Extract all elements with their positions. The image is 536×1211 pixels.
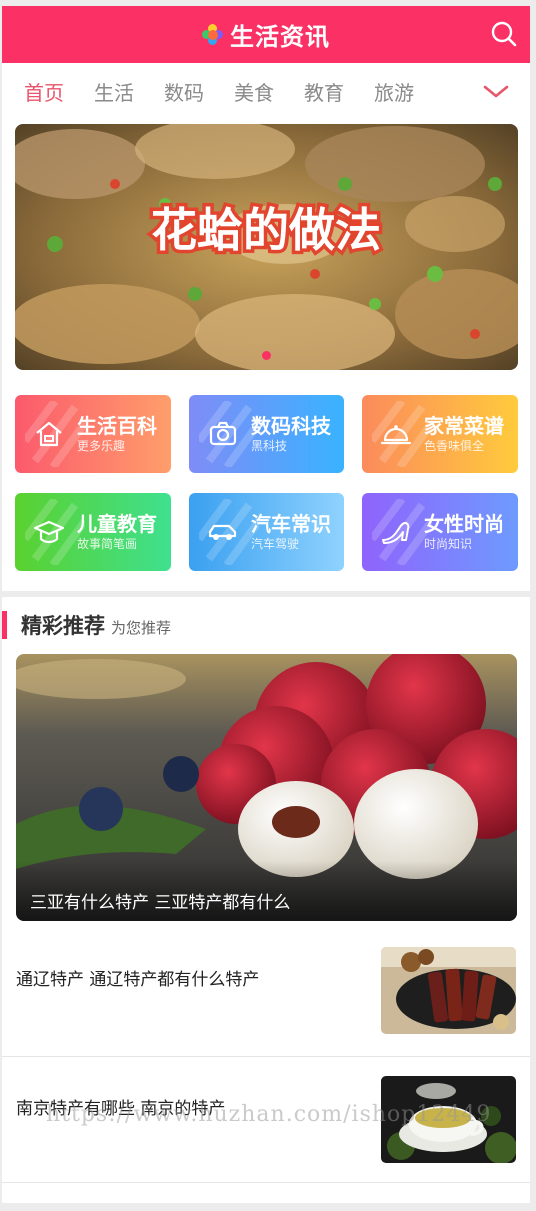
category-car-knowledge[interactable]: 汽车常识 汽车驾驶 xyxy=(189,493,344,571)
page: 生活资讯 首页 生活 数码 美食 教育 旅游 花蛤的做法 生活百科 更多乐趣 数… xyxy=(2,6,530,1203)
category-grid: 生活百科 更多乐趣 数码科技 黑科技 家常菜谱 色香味俱全 儿童教育 故事简笔画… xyxy=(15,395,518,571)
category-subtitle: 更多乐趣 xyxy=(77,439,126,453)
category-home-recipes[interactable]: 家常菜谱 色香味俱全 xyxy=(362,395,518,473)
high-heel-icon xyxy=(382,522,410,544)
banner-title: 花蛤的做法 xyxy=(151,203,381,257)
nav-item-life[interactable]: 生活 xyxy=(94,77,134,106)
carousel-dots xyxy=(15,351,518,360)
section-divider xyxy=(2,591,530,597)
nav-item-home[interactable]: 首页 xyxy=(24,77,64,106)
category-child-education[interactable]: 儿童教育 故事简笔画 xyxy=(15,493,171,571)
app-header: 生活资讯 xyxy=(2,6,530,63)
nav-item-food[interactable]: 美食 xyxy=(234,77,274,106)
chevron-down-icon[interactable] xyxy=(482,81,510,101)
nav-item-digital[interactable]: 数码 xyxy=(164,77,204,106)
camera-icon xyxy=(209,421,237,446)
watermark: https://www.huzhan.com/ishop12449 xyxy=(46,1102,492,1127)
section-subtitle: 为您推荐 xyxy=(111,618,172,637)
nav-item-travel[interactable]: 旅游 xyxy=(374,77,414,106)
dish-cover-icon xyxy=(380,425,412,445)
section-title: 精彩推荐 xyxy=(21,614,105,638)
nav-item-education[interactable]: 教育 xyxy=(304,77,344,106)
car-icon xyxy=(208,524,237,540)
banner-carousel[interactable]: 花蛤的做法 xyxy=(15,124,518,370)
featured-article-card[interactable]: 三亚有什么特产 三亚特产都有什么 xyxy=(16,654,517,921)
category-nav: 首页 生活 数码 美食 教育 旅游 xyxy=(2,63,530,120)
category-title: 汽车常识 xyxy=(251,512,331,536)
graduation-cap-icon xyxy=(33,520,65,544)
category-subtitle: 黑科技 xyxy=(251,439,288,453)
category-title: 儿童教育 xyxy=(77,512,157,536)
category-life-encyclopedia[interactable]: 生活百科 更多乐趣 xyxy=(15,395,171,473)
category-women-fashion[interactable]: 女性时尚 时尚知识 xyxy=(362,493,518,571)
house-icon xyxy=(36,421,62,447)
logo[interactable]: 生活资讯 xyxy=(202,17,330,52)
category-digital-tech[interactable]: 数码科技 黑科技 xyxy=(189,395,344,473)
app-title: 生活资讯 xyxy=(230,23,330,51)
article-title: 通辽特产 通辽特产都有什么特产 xyxy=(16,970,260,990)
banner-image: 花蛤的做法 xyxy=(15,124,518,370)
category-subtitle: 时尚知识 xyxy=(424,537,473,551)
article-list-item[interactable]: 通辽特产 通辽特产都有什么特产 xyxy=(2,937,530,1057)
list-divider xyxy=(2,1182,530,1183)
colorful-flower-icon xyxy=(202,23,224,46)
category-subtitle: 故事简笔画 xyxy=(77,537,138,551)
featured-article-caption: 三亚有什么特产 三亚特产都有什么 xyxy=(30,893,291,913)
section-accent-bar xyxy=(2,611,7,639)
category-title: 家常菜谱 xyxy=(424,414,504,438)
category-title: 生活百科 xyxy=(77,414,157,438)
category-subtitle: 色香味俱全 xyxy=(424,439,485,453)
list-divider xyxy=(2,1056,530,1057)
carousel-dot-active[interactable] xyxy=(262,351,271,360)
article-thumbnail xyxy=(381,947,516,1034)
category-subtitle: 汽车驾驶 xyxy=(251,537,300,551)
search-icon[interactable] xyxy=(490,20,518,48)
section-header: 精彩推荐 为您推荐 xyxy=(2,610,171,640)
category-title: 女性时尚 xyxy=(424,512,504,536)
category-title: 数码科技 xyxy=(251,414,331,438)
